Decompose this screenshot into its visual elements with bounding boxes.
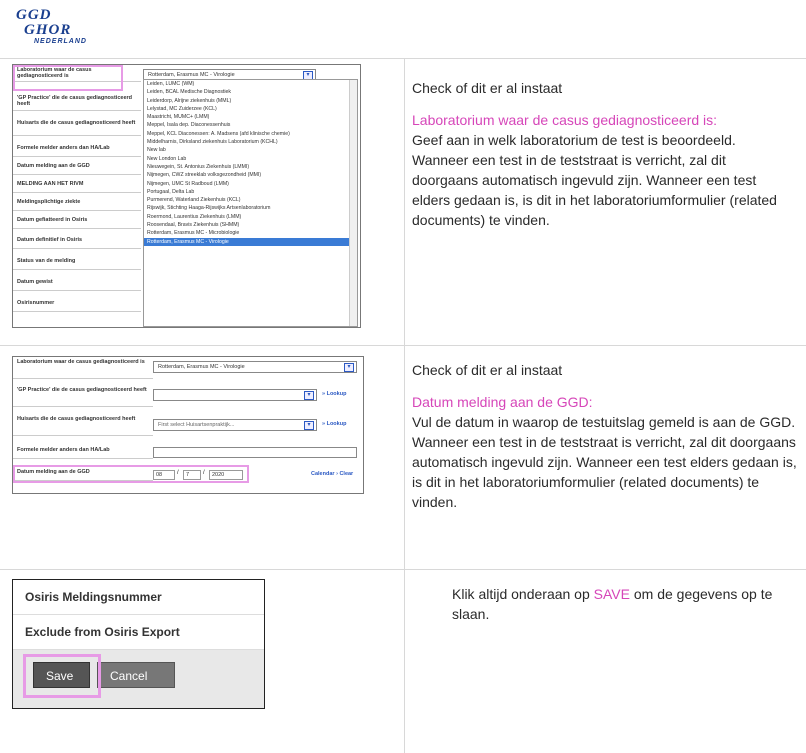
save-screenshot: Osiris Meldingsnummer Exclude from Osiri… — [12, 579, 265, 709]
chevron-down-icon[interactable]: ▾ — [344, 363, 354, 372]
huisarts-placeholder: First select Huisartsenpraktijk... — [158, 422, 235, 428]
dropdown-option[interactable]: New lab — [144, 146, 357, 154]
dropdown-option[interactable]: Roermond, Laurentius Ziekenhuis (LMM) — [144, 213, 357, 221]
highlight-box — [13, 465, 249, 483]
section1-heading: Check of dit er al instaat — [412, 80, 563, 96]
instruction-save-word: SAVE — [593, 586, 630, 602]
huisarts-select[interactable]: First select Huisartsenpraktijk... ▾ — [153, 419, 317, 431]
field-label: Osirisnummer — [13, 298, 141, 312]
field-label: Datum definitief in Osiris — [13, 235, 141, 249]
dropdown-option[interactable]: Leiden, LUMC (WM) — [144, 80, 357, 88]
instruction-text: Klik altijd onderaan op — [452, 586, 594, 602]
dropdown-option[interactable]: Purmerend, Waterland Ziekenhuis (KCL) — [144, 196, 357, 204]
field-label: Huisarts die de casus gediagnosticeerd h… — [13, 414, 153, 436]
dropdown-option[interactable]: Meppel, Isala dep. Diaconessenhuis — [144, 121, 357, 129]
dropdown-option[interactable]: Leiderdorp, Alrijne ziekenhuis (MML) — [144, 97, 357, 105]
section3-instruction: Klik altijd onderaan op SAVE om de gegev… — [452, 584, 797, 624]
dropdown-option[interactable]: Nieuwegein, St. Antonius Ziekenhuis (LMM… — [144, 163, 357, 171]
chevron-down-icon[interactable]: ▾ — [304, 391, 314, 400]
field-label: Formele melder anders dan HA/Lab — [13, 445, 153, 459]
dropdown-option[interactable]: New London Lab — [144, 155, 357, 163]
lab-select-value: Rotterdam, Erasmus MC - Virologie — [158, 364, 245, 370]
highlight-box — [13, 65, 123, 91]
field-label: 'GP Practice' die de casus gediagnostice… — [13, 385, 153, 407]
field-label: Laboratorium waar de casus gediagnostice… — [13, 357, 153, 379]
dropdown-option[interactable]: Maastricht, MUMC+ (LMM) — [144, 113, 357, 121]
date-form-screenshot: Laboratorium waar de casus gediagnostice… — [12, 356, 364, 494]
section2-heading: Check of dit er al instaat — [412, 362, 563, 378]
section2-body: Vul de datum in waarop de testuitslag ge… — [412, 414, 797, 510]
dropdown-option[interactable]: Roosendaal, Bravis Ziekenhuis (SHMM) — [144, 221, 357, 229]
dropdown-option[interactable]: Nijmegen, UMC St Radboud (LMM) — [144, 180, 357, 188]
lab-dropdown-list[interactable]: Leiden, LUMC (WM) Leiden, BCAL Medische … — [143, 79, 358, 327]
calendar-link[interactable]: Calendar — [311, 471, 335, 477]
field-label: Meldingsplichtige ziekte — [13, 197, 141, 211]
lab-select-value: Rotterdam, Erasmus MC - Virologie — [148, 72, 235, 78]
dropdown-option-selected[interactable]: Rotterdam, Erasmus MC - Virologie — [144, 237, 357, 246]
field-label: Formele melder anders dan HA/Lab — [13, 143, 141, 157]
dropdown-option[interactable]: Meppel, KCL Diaconessen: A. Madsens (afd… — [144, 130, 357, 138]
field-label: Status van de melding — [13, 256, 141, 270]
field-label: 'GP Practice' die de casus gediagnostice… — [13, 93, 141, 111]
dropdown-option[interactable]: Rotterdam, Erasmus MC - Microbiologie — [144, 229, 357, 237]
column-divider — [404, 58, 405, 753]
huisarts-lookup-link[interactable]: » Lookup — [322, 421, 346, 427]
gp-practice-select[interactable]: ▾ — [153, 389, 317, 401]
dropdown-option[interactable]: Middelharnis, Dirksland ziekenhuis Labor… — [144, 138, 357, 146]
logo-line-1: GGD — [16, 7, 52, 23]
row-divider — [0, 58, 806, 59]
field-label: Datum melding aan de GGD — [13, 161, 141, 175]
clear-link[interactable]: Clear — [339, 471, 353, 477]
row-divider — [0, 569, 806, 570]
exclude-osiris-label: Exclude from Osiris Export — [13, 615, 264, 650]
lab-select[interactable]: Rotterdam, Erasmus MC - Virologie ▾ — [153, 361, 357, 373]
field-label: MELDING AAN HET RIVM — [13, 179, 141, 193]
dropdown-option[interactable]: Portugaal, Delta Lab — [144, 188, 357, 196]
ggd-ghor-logo: GGD GHOR NEDERLAND — [16, 8, 96, 52]
field-label: Huisarts die de casus gediagnosticeerd h… — [13, 118, 141, 136]
section1-subheading: Laboratorium waar de casus gediagnostice… — [412, 112, 718, 128]
logo-line-3: NEDERLAND — [34, 38, 87, 45]
row-divider — [0, 345, 806, 346]
field-label: Datum gefiatteerd in Osiris — [13, 215, 141, 229]
dropdown-option[interactable]: Rijswijk, Stichting Haaga-Rijswijks Arts… — [144, 204, 357, 212]
calendar-clear-links: Calendar › Clear — [311, 471, 354, 477]
section2-subheading: Datum melding aan de GGD: — [412, 394, 593, 410]
section1-body: Geef aan in welk laboratorium de test is… — [412, 132, 777, 228]
field-label: Datum gewist — [13, 277, 141, 291]
logo-line-2: GHOR — [24, 22, 72, 38]
dropdown-option[interactable]: Leiden, BCAL Medische Diagnostiek — [144, 88, 357, 96]
gp-lookup-link[interactable]: » Lookup — [322, 391, 346, 397]
chevron-down-icon[interactable]: ▾ — [304, 421, 314, 430]
lab-dropdown-screenshot: Laboratorium waar de casus gediagnostice… — [12, 64, 361, 328]
dropdown-option[interactable]: Lelystad, MC Zuiderzee (KCL) — [144, 105, 357, 113]
osiris-meldingsnummer-label: Osiris Meldingsnummer — [13, 580, 264, 615]
highlight-box — [23, 654, 101, 698]
dropdown-scrollbar[interactable] — [349, 80, 357, 326]
dropdown-option[interactable]: Nijmegen, CWZ streeklab volksgezondheid … — [144, 171, 357, 179]
melder-input[interactable] — [153, 447, 357, 458]
cancel-button[interactable]: Cancel — [97, 662, 175, 688]
